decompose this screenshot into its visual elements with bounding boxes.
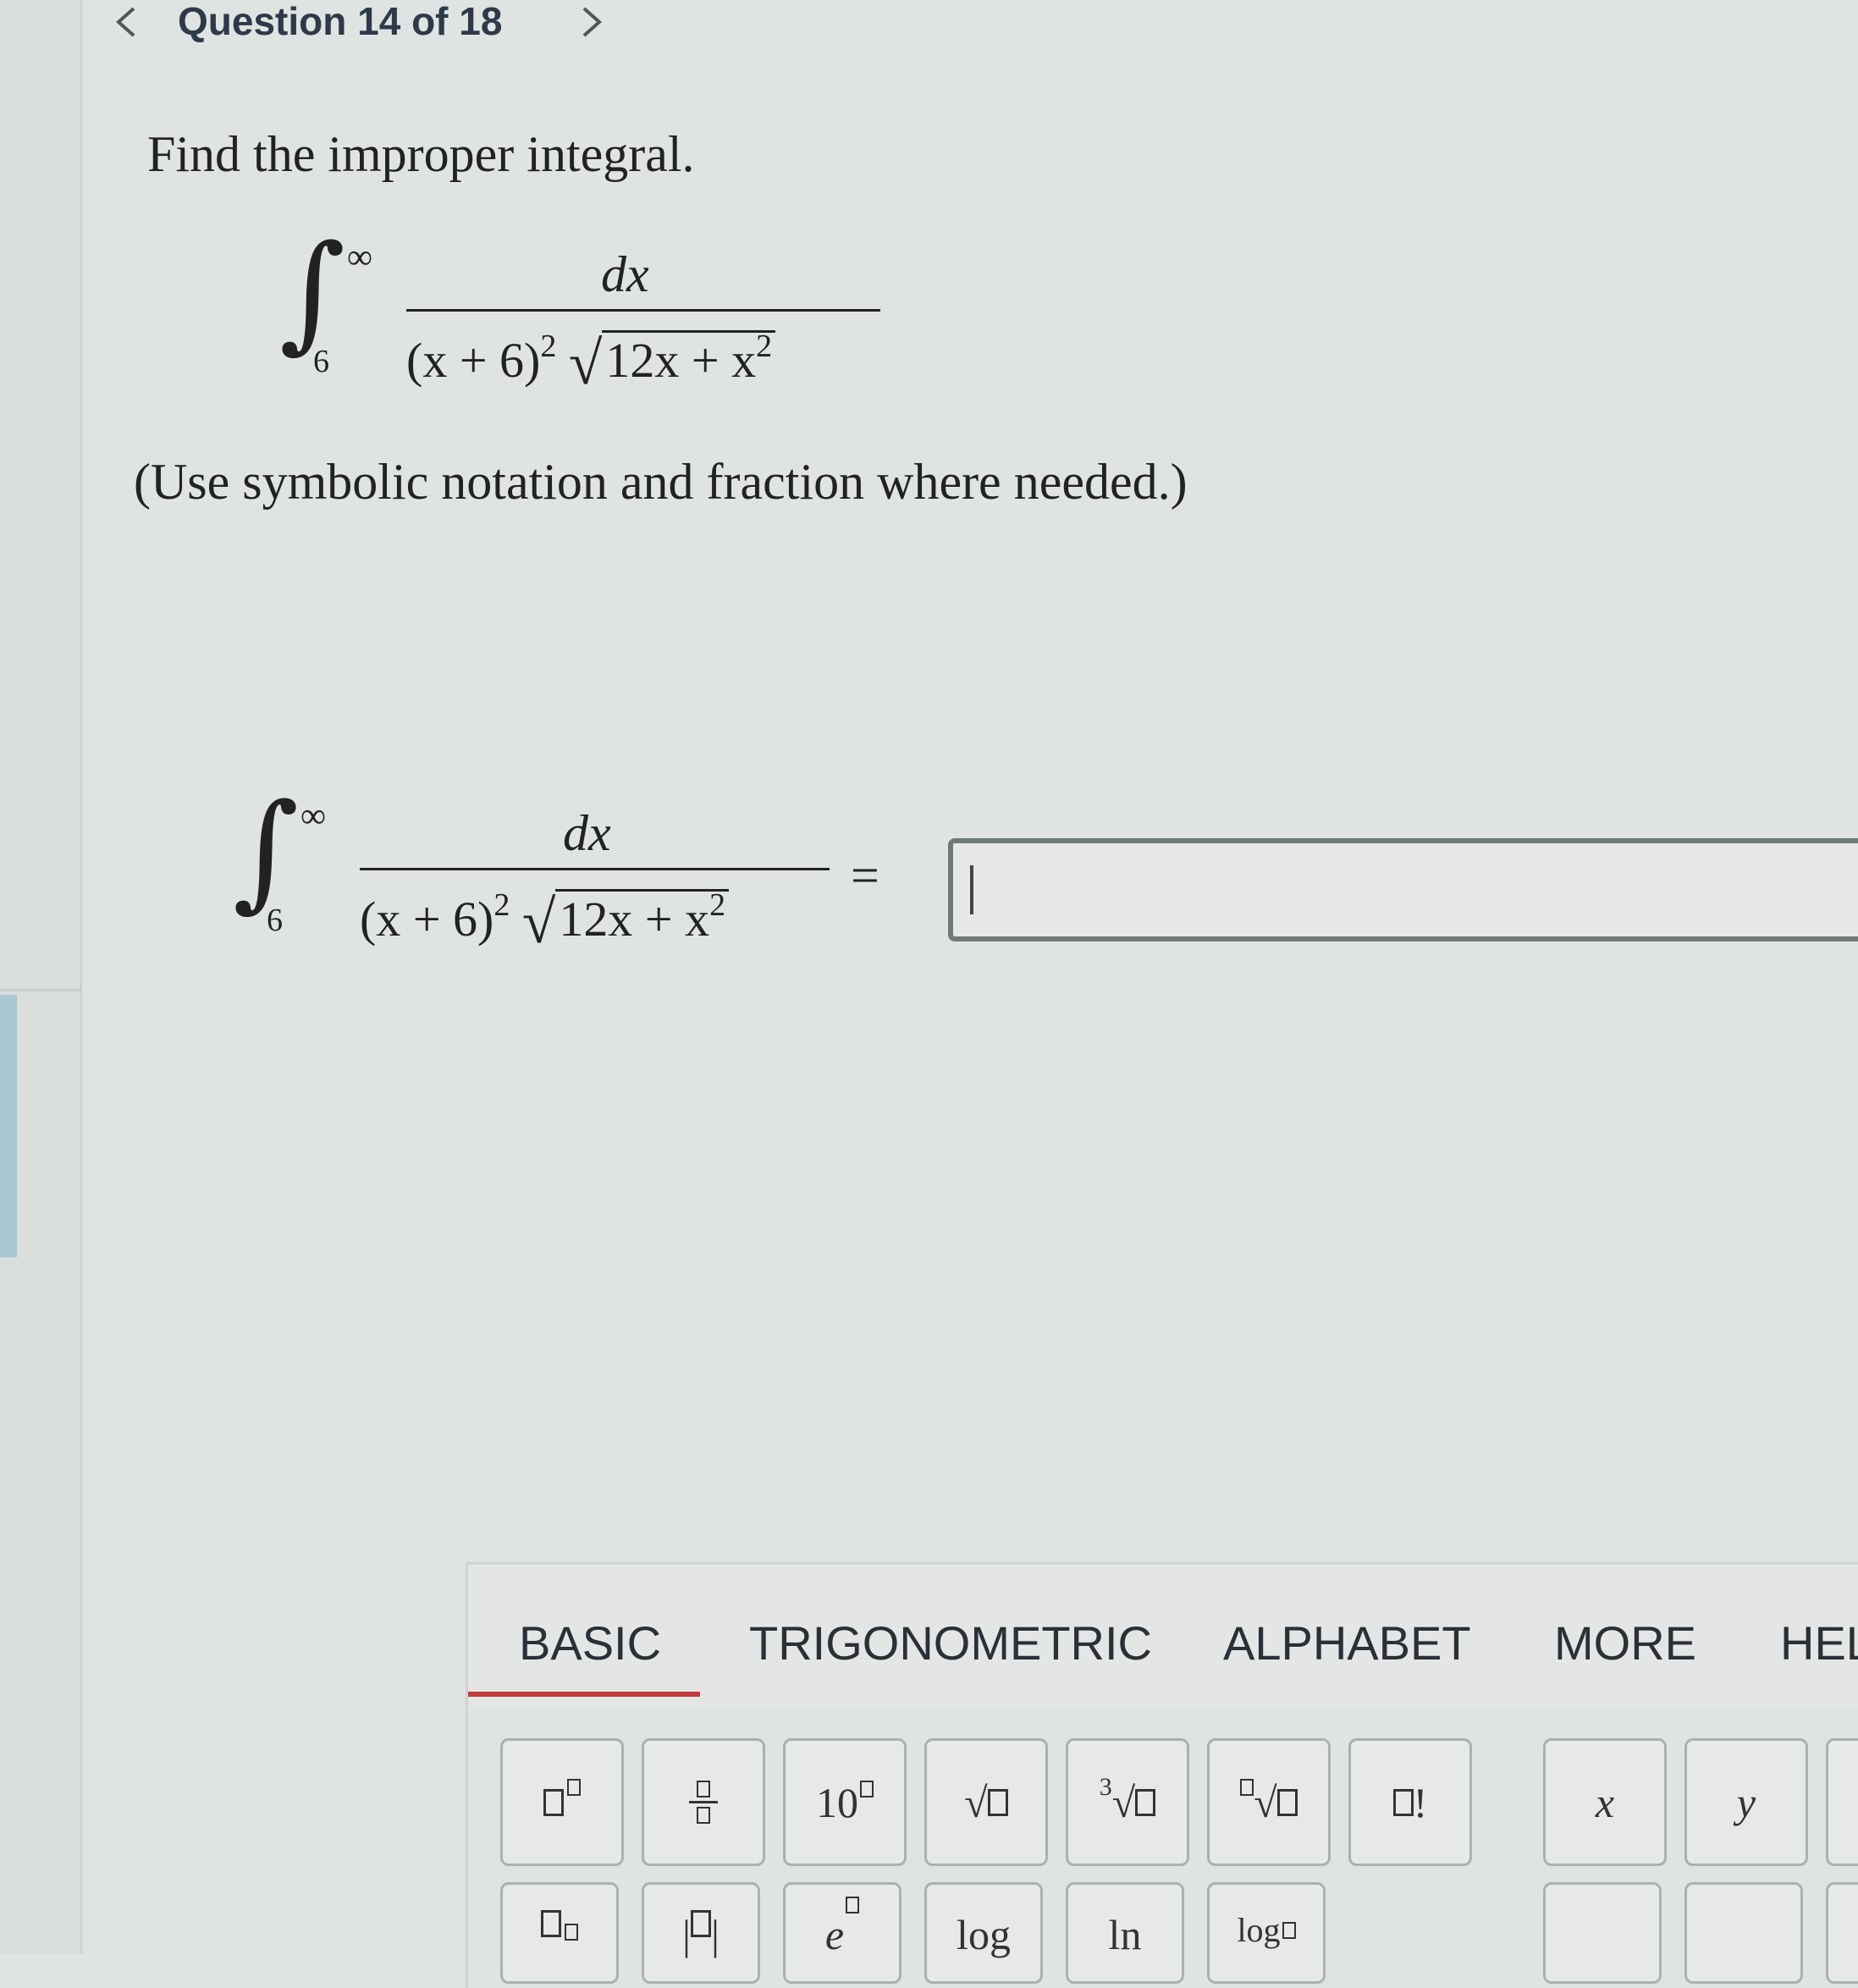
keypad-tabs: BASIC TRIGONOMETRIC ALPHABET MORE HEL bbox=[468, 1565, 1858, 1709]
ln-label: ln bbox=[1108, 1911, 1142, 1958]
exp-key[interactable]: e bbox=[783, 1882, 901, 1984]
square-root: √12x + x2 bbox=[522, 881, 730, 956]
math-keypad: BASIC TRIGONOMETRIC ALPHABET MORE HEL 10… bbox=[466, 1562, 1858, 1988]
e-label: e bbox=[824, 1911, 845, 1958]
tab-trigonometric[interactable]: TRIGONOMETRIC bbox=[749, 1615, 1152, 1670]
placeholder-box-icon bbox=[1135, 1788, 1156, 1816]
factorial-label: ! bbox=[1413, 1778, 1428, 1826]
question-nav: Question 14 of 18 bbox=[110, 0, 643, 43]
y-label: y bbox=[1736, 1778, 1756, 1826]
abs-bar-left-icon: | bbox=[681, 1911, 691, 1958]
root-icon: √ bbox=[1254, 1778, 1277, 1826]
x-label: x bbox=[1595, 1778, 1615, 1826]
cube-root-index: 3 bbox=[1099, 1772, 1112, 1801]
radicand: 12x + x bbox=[559, 892, 710, 947]
integral-numerator: dx bbox=[601, 246, 649, 302]
fraction-key[interactable] bbox=[642, 1738, 765, 1866]
variable-key-row2-c[interactable] bbox=[1826, 1882, 1858, 1984]
square-root: √12x + x2 bbox=[569, 322, 776, 397]
chevron-left-icon bbox=[115, 7, 135, 37]
equals-sign: = bbox=[851, 848, 879, 903]
question-counter: Question 14 of 18 bbox=[178, 0, 503, 43]
answer-input[interactable] bbox=[948, 838, 1858, 942]
den-base: (x + 6) bbox=[360, 892, 494, 947]
den-exp: 2 bbox=[540, 329, 557, 364]
log-base-key[interactable]: log bbox=[1207, 1882, 1326, 1984]
subscript-box-icon bbox=[565, 1924, 578, 1941]
active-tab-indicator bbox=[468, 1692, 700, 1697]
integral-upper-limit: ∞ bbox=[300, 797, 326, 836]
ln-key[interactable]: ln bbox=[1066, 1882, 1184, 1984]
answer-integral: ∫ ∞ 6 dx (x + 6)2 √12x + x2 bbox=[233, 787, 842, 957]
placeholder-box-icon bbox=[541, 1910, 561, 1937]
radicand: 12x + x bbox=[605, 333, 757, 388]
placeholder-box-icon bbox=[987, 1788, 1008, 1816]
rail-tab[interactable] bbox=[0, 995, 17, 1257]
fraction-bar bbox=[360, 868, 830, 870]
tab-more[interactable]: MORE bbox=[1554, 1615, 1696, 1670]
radicand-exp: 2 bbox=[756, 329, 773, 364]
root-icon: √ bbox=[1111, 1778, 1136, 1826]
exponent-box-icon bbox=[846, 1897, 860, 1913]
integral-numerator: dx bbox=[563, 805, 611, 861]
fraction-line-icon bbox=[689, 1801, 718, 1803]
variable-key-row2-b[interactable] bbox=[1684, 1882, 1803, 1984]
ten-power-key[interactable]: 10 bbox=[783, 1738, 907, 1866]
integral-denominator: (x + 6)2 √12x + x2 bbox=[360, 881, 730, 956]
absolute-value-key[interactable]: | | bbox=[642, 1882, 760, 1984]
variable-x-key[interactable]: x bbox=[1543, 1738, 1667, 1866]
tab-alphabet[interactable]: ALPHABET bbox=[1223, 1615, 1471, 1670]
variable-y-key[interactable]: y bbox=[1684, 1738, 1808, 1866]
log-key[interactable]: log bbox=[924, 1882, 1043, 1984]
square-root-key[interactable]: √ bbox=[924, 1738, 1048, 1866]
cube-root-key[interactable]: 3 √ bbox=[1066, 1738, 1189, 1866]
tab-help[interactable]: HEL bbox=[1780, 1615, 1858, 1670]
question-prompt: Find the improper integral. bbox=[147, 126, 695, 182]
answer-instructions: (Use symbolic notation and fraction wher… bbox=[134, 454, 1188, 510]
placeholder-box-icon bbox=[1392, 1788, 1414, 1816]
prev-question-button[interactable] bbox=[110, 0, 178, 42]
ten-label: 10 bbox=[816, 1778, 858, 1826]
placeholder-box-icon bbox=[543, 1788, 564, 1816]
factorial-key[interactable]: ! bbox=[1348, 1738, 1472, 1866]
sqrt-icon: √ bbox=[964, 1778, 988, 1826]
next-question-button[interactable] bbox=[576, 0, 643, 42]
radicand-exp: 2 bbox=[709, 887, 726, 923]
integral-upper-limit: ∞ bbox=[347, 238, 372, 277]
integral-sign: ∫ bbox=[279, 218, 346, 366]
den-exp: 2 bbox=[493, 887, 510, 923]
log-label: log bbox=[957, 1911, 1011, 1958]
integral-lower-limit: 6 bbox=[313, 344, 329, 379]
base-box-icon bbox=[1282, 1922, 1296, 1939]
more-key[interactable] bbox=[1826, 1738, 1858, 1866]
integral-sign: ∫ bbox=[233, 777, 300, 925]
tab-basic[interactable]: BASIC bbox=[519, 1615, 661, 1670]
log-base-label: log bbox=[1237, 1911, 1281, 1949]
placeholder-box-icon bbox=[1276, 1788, 1298, 1816]
integral-lower-limit: 6 bbox=[267, 903, 283, 938]
integral-denominator: (x + 6)2 √12x + x2 bbox=[406, 322, 776, 397]
fraction-bar bbox=[406, 309, 880, 312]
numerator-box-icon bbox=[697, 1781, 710, 1797]
subscript-key[interactable] bbox=[500, 1882, 619, 1984]
abs-bar-right-icon: | bbox=[711, 1911, 720, 1958]
denominator-box-icon bbox=[697, 1807, 710, 1824]
variable-key-row2-a[interactable] bbox=[1543, 1882, 1662, 1984]
placeholder-box-icon bbox=[691, 1910, 711, 1937]
text-caret bbox=[970, 865, 973, 914]
question-integral: ∫ ∞ 6 dx (x + 6)2 √12x + x2 bbox=[279, 229, 889, 398]
left-rail bbox=[0, 0, 82, 1953]
index-box-icon bbox=[1240, 1778, 1254, 1796]
chevron-right-icon bbox=[582, 7, 603, 37]
power-key[interactable] bbox=[500, 1738, 624, 1866]
den-base: (x + 6) bbox=[406, 333, 541, 388]
nth-root-key[interactable]: √ bbox=[1207, 1738, 1331, 1866]
rail-divider bbox=[0, 989, 80, 991]
exponent-box-icon bbox=[567, 1778, 581, 1796]
exponent-box-icon bbox=[860, 1780, 874, 1797]
